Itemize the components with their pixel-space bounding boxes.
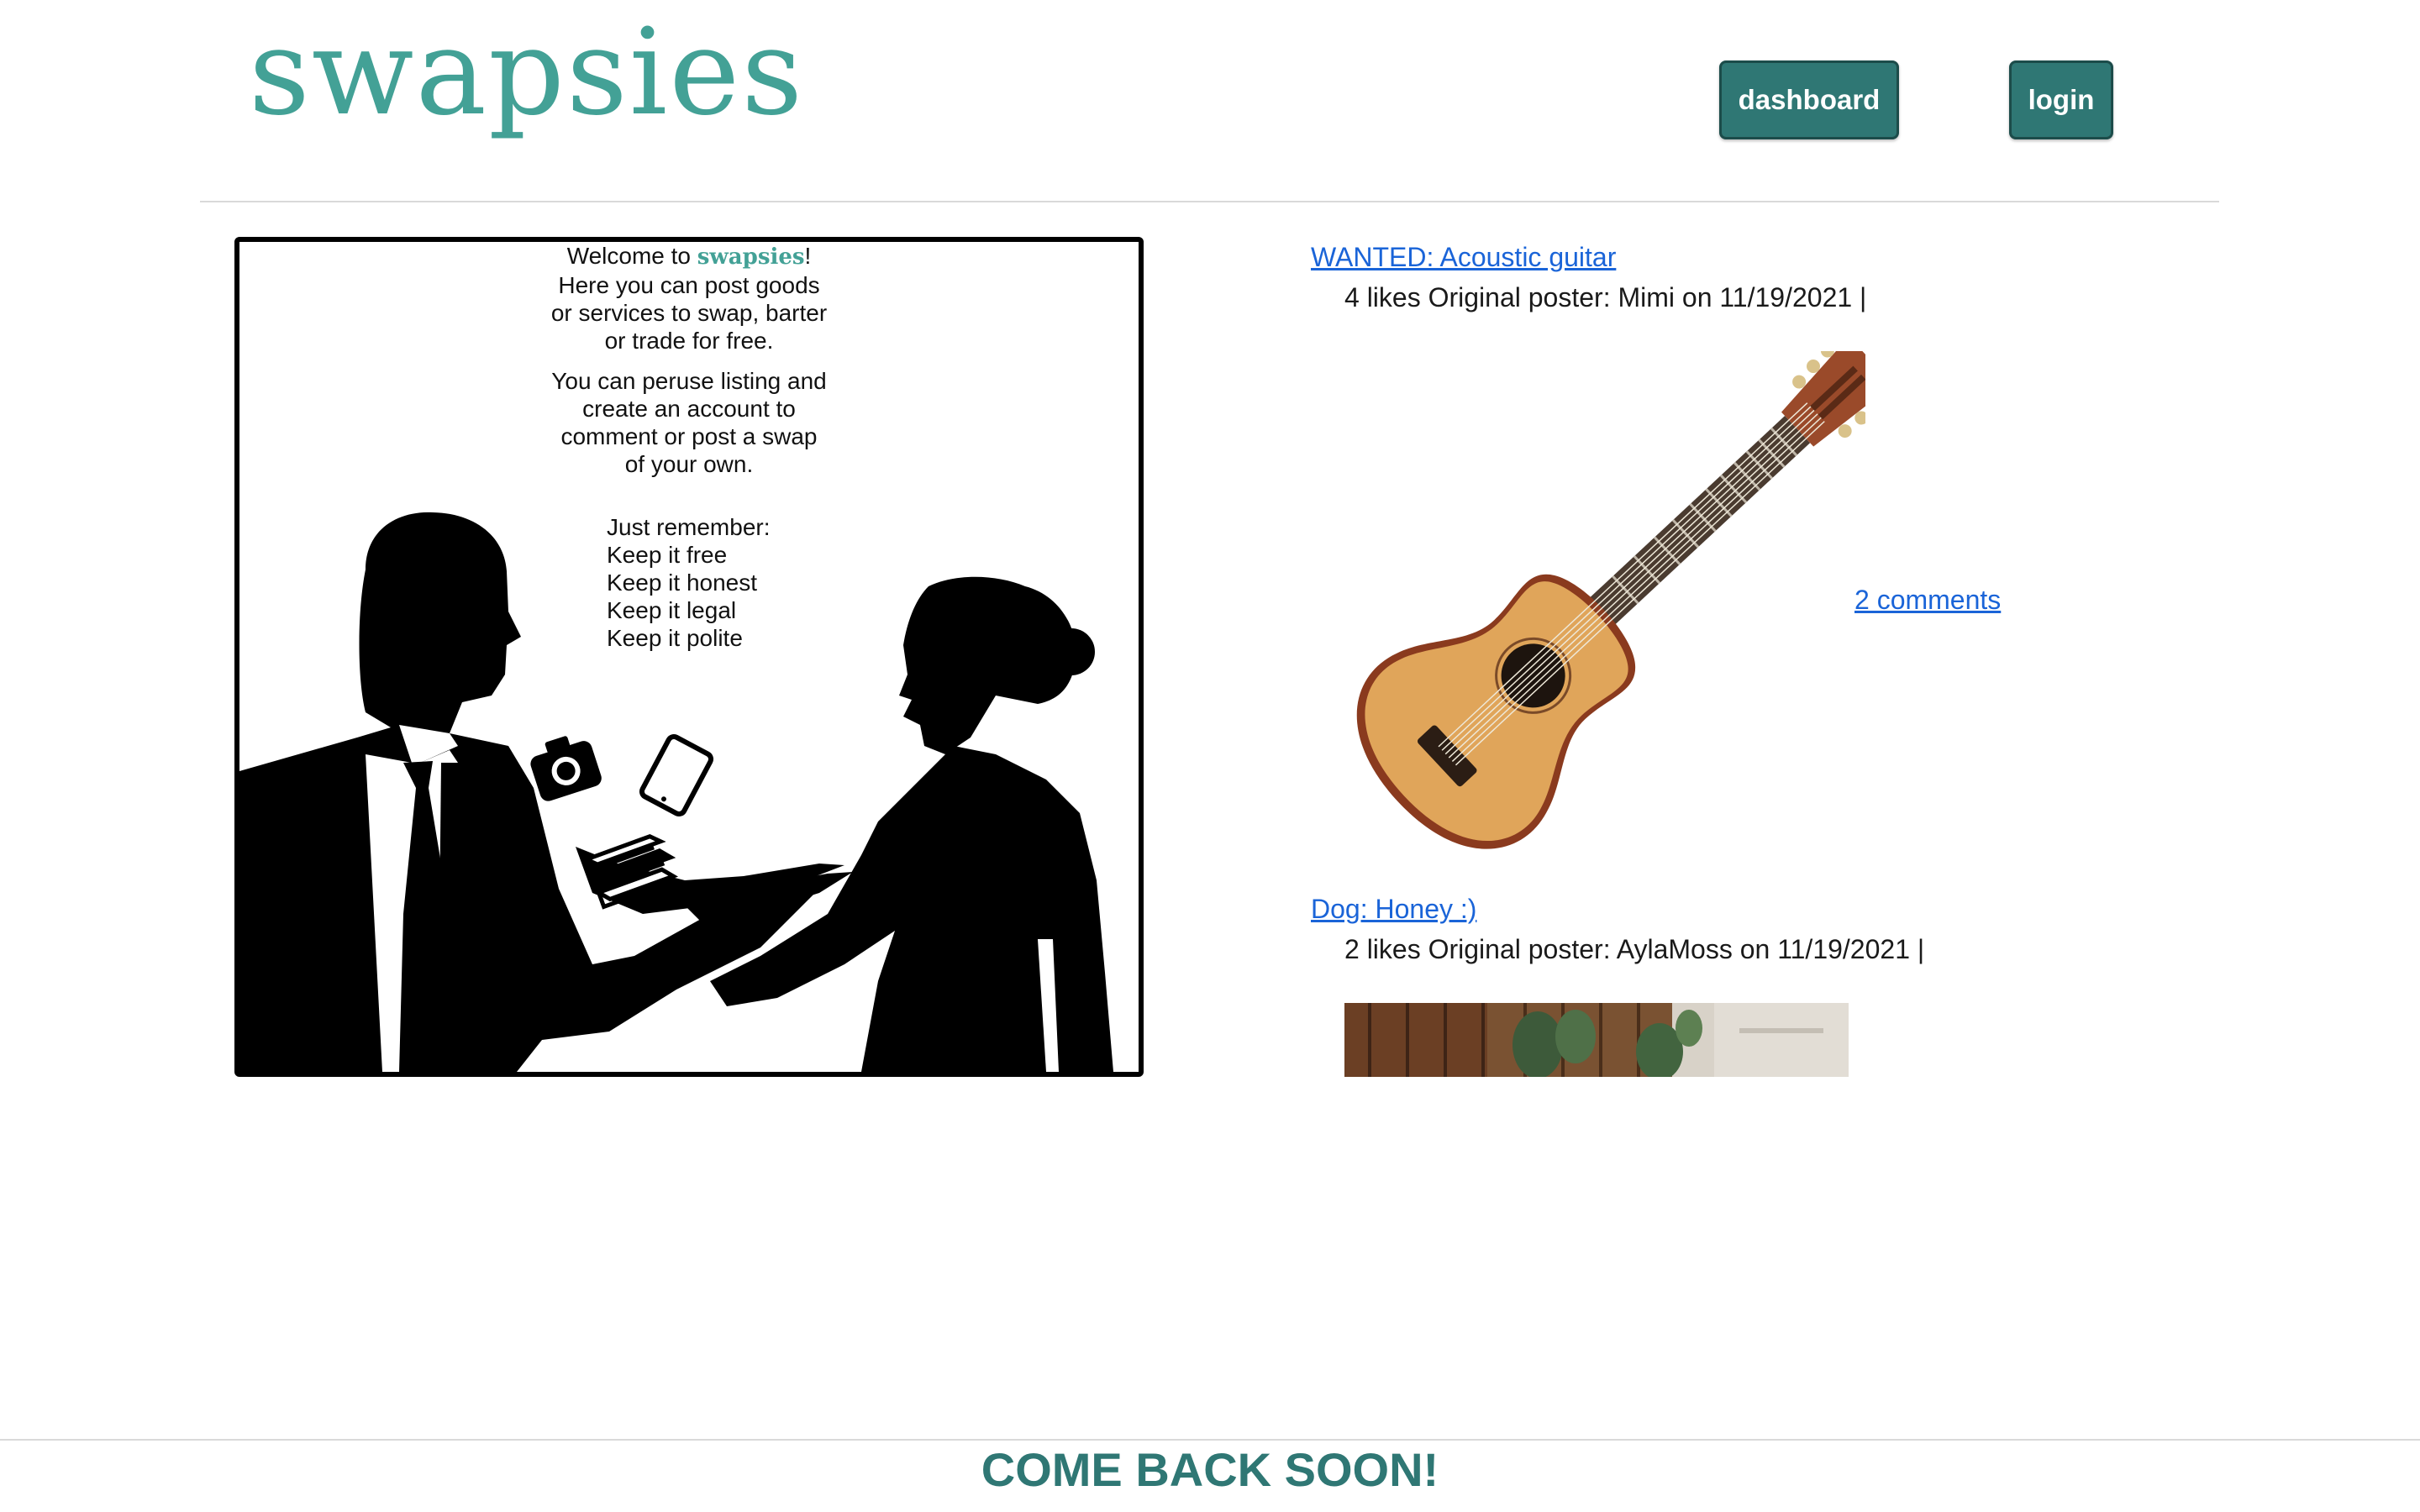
rules-heading: Just remember: — [607, 514, 771, 540]
greeting-suffix: ! — [804, 243, 812, 269]
welcome-panel: Welcome to swapsies! Here you can post g… — [234, 237, 1144, 1077]
intro-line: or services to swap, barter — [550, 300, 828, 326]
welcome-intro: Welcome to swapsies! Here you can post g… — [239, 242, 1139, 354]
peruse-line: create an account to — [582, 396, 796, 422]
dashboard-button[interactable]: dashboard — [1719, 60, 1899, 139]
rule-item: Keep it free — [607, 542, 728, 568]
peruse-line: of your own. — [624, 451, 754, 477]
intro-line: or trade for free. — [604, 328, 774, 354]
comments-link[interactable]: 2 comments — [1854, 585, 2001, 616]
rule-item: Keep it honest — [607, 570, 758, 596]
welcome-peruse: You can peruse listing and create an acc… — [239, 367, 1139, 478]
header-divider — [200, 201, 2219, 202]
tablet-icon — [639, 734, 714, 816]
peruse-line: comment or post a swap — [560, 423, 818, 449]
post-meta: 2 likes Original poster: AylaMoss on 11/… — [1344, 934, 1925, 964]
greeting-brand: swapsies — [697, 244, 805, 270]
page: swapsies dashboard login Welcome to swap… — [0, 0, 2420, 1512]
footer-message: COME BACK SOON! — [981, 1443, 1439, 1496]
acoustic-guitar-image[interactable] — [1344, 351, 1865, 855]
rule-item: Keep it polite — [607, 625, 743, 651]
intro-line: Here you can post goods — [558, 272, 820, 298]
post-meta: 4 likes Original poster: Mimi on 11/19/2… — [1344, 282, 1867, 312]
post-title-link[interactable]: WANTED: Acoustic guitar — [1311, 242, 1616, 273]
post-title-link[interactable]: Dog: Honey :) — [1311, 894, 1476, 925]
dog-photo-image[interactable] — [1344, 1003, 1849, 1077]
footer-divider — [0, 1439, 2420, 1441]
rule-item: Keep it legal — [607, 597, 737, 623]
peruse-line: You can peruse listing and — [551, 368, 827, 394]
site-logo[interactable]: swapsies — [249, 13, 804, 133]
greeting-prefix: Welcome to — [566, 243, 697, 269]
camera-icon — [530, 736, 602, 801]
welcome-greeting: Welcome to swapsies! — [239, 242, 1139, 271]
rules-list: Just remember: Keep it free Keep it hone… — [607, 513, 771, 652]
login-button[interactable]: login — [2009, 60, 2113, 139]
